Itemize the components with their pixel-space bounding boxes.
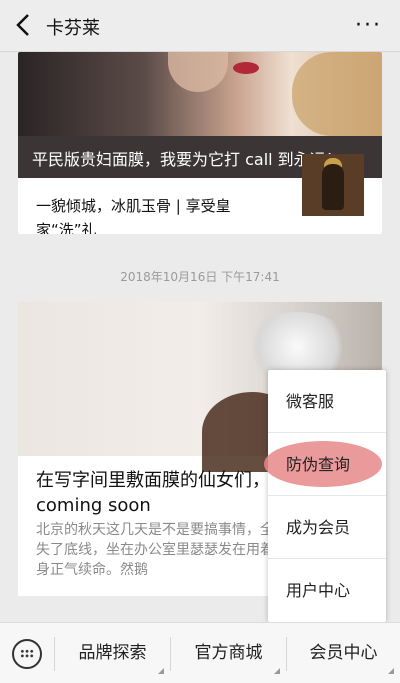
- popup-menu: 微客服 防伪查询 成为会员 用户中心: [264, 370, 386, 622]
- tab-label: 品牌探索: [78, 643, 147, 663]
- menu-item-become-member[interactable]: 成为会员: [268, 496, 386, 559]
- article-cover-image: [18, 52, 382, 136]
- article-thumbnail: [302, 154, 364, 216]
- tab-official-mall[interactable]: 官方商城: [171, 623, 286, 683]
- tab-member-center[interactable]: 会员中心: [287, 623, 400, 683]
- menu-item-anti-counterfeit[interactable]: 防伪查询: [264, 433, 386, 496]
- timestamp: 2018年10月16日 下午17:41: [120, 270, 280, 284]
- menu-item-customer-service[interactable]: 微客服: [268, 370, 386, 433]
- menu-item-label: 用户中心: [286, 581, 351, 600]
- article-card-1[interactable]: 平民版贵妇面膜，我要为它打 call 到永远！ 一貌倾城，冰肌玉骨 | 享受皇家…: [18, 52, 382, 234]
- menu-item-label: 防伪查询: [286, 455, 351, 474]
- menu-item-label: 微客服: [286, 392, 335, 411]
- tab-label: 会员中心: [309, 643, 378, 663]
- keyboard-icon[interactable]: [12, 639, 42, 669]
- top-bar: 卡芬莱 ···: [0, 0, 400, 52]
- article-summary: 北京的秋天这几天是不是要搞事情，全丧失了底线，坐在办公室里瑟瑟发在用着一身正气续…: [36, 522, 288, 578]
- tab-brand-explore[interactable]: 品牌探索: [55, 623, 170, 683]
- menu-item-label: 成为会员: [286, 518, 351, 537]
- menu-item-user-center[interactable]: 用户中心: [268, 559, 386, 622]
- more-dots-icon[interactable]: ···: [355, 15, 382, 37]
- back-arrow-icon[interactable]: [12, 12, 36, 38]
- page-title: 卡芬莱: [46, 18, 100, 39]
- article-subtitle: 一貌倾城，冰肌玉骨 | 享受皇家“洗”礼: [36, 197, 231, 234]
- tab-label: 官方商城: [194, 643, 263, 663]
- bottom-menu-bar: 品牌探索 官方商城 会员中心: [0, 622, 400, 683]
